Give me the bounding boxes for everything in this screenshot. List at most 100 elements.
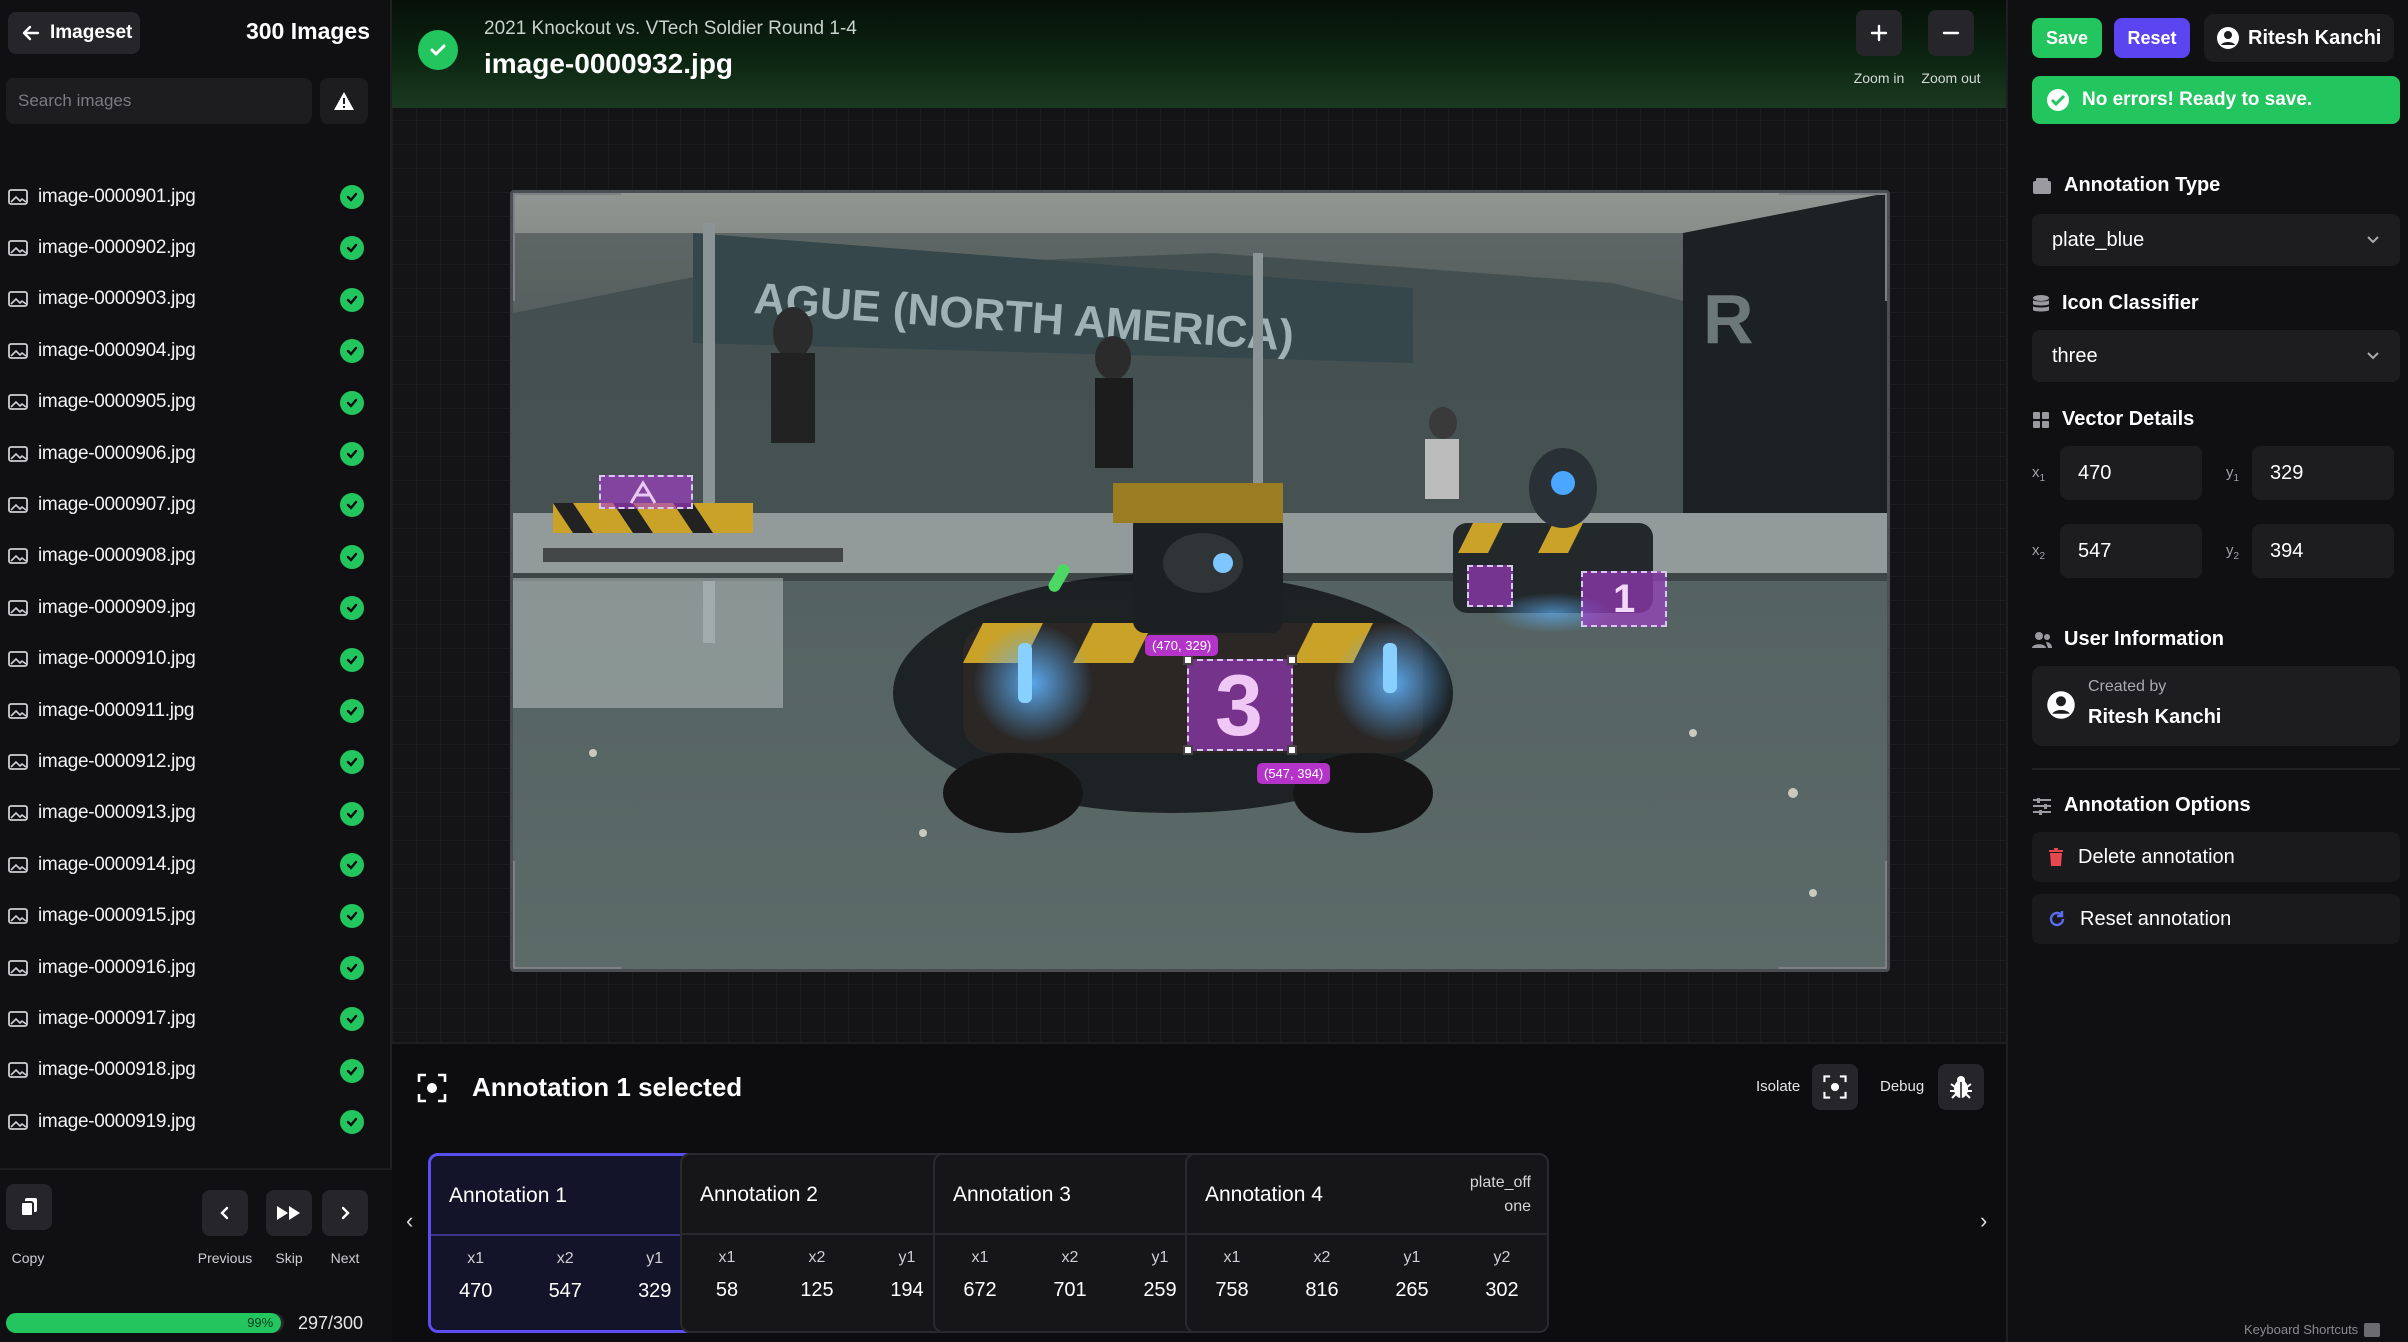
progress-bar: 99% [6, 1313, 284, 1333]
value-column: x1 470 [431, 1250, 521, 1303]
file-list-item[interactable]: image-0000914.jpg [0, 839, 392, 890]
debug-button[interactable] [1938, 1064, 1984, 1110]
back-label: Imageset [50, 22, 133, 43]
zoom-out-label: Zoom out [1921, 70, 1981, 86]
check-circle-icon [340, 390, 364, 415]
value-column: x1 672 [935, 1249, 1025, 1302]
copy-button[interactable] [6, 1184, 52, 1230]
check-circle-icon [340, 544, 364, 569]
corner-bottom-left [513, 861, 621, 969]
file-list-item[interactable]: image-0000905.jpg [0, 377, 392, 428]
value-number: 125 [800, 1279, 834, 1301]
skip-button[interactable] [266, 1190, 312, 1236]
svg-text:R: R [1703, 280, 1754, 358]
image-canvas[interactable]: AGUE (NORTH AMERICA) R 1 3 (470, 329) (5… [510, 190, 1890, 972]
file-list-item[interactable]: image-0000907.jpg [0, 479, 392, 530]
file-list-item[interactable]: image-0000908.jpg [0, 531, 392, 582]
file-name: image-0000918.jpg [38, 1059, 196, 1081]
file-list-item[interactable]: image-0000917.jpg [0, 993, 392, 1044]
search-input[interactable] [6, 78, 312, 124]
annotation-options-heading: Annotation Options [2064, 794, 2251, 816]
delete-annotation-button[interactable]: Delete annotation [2032, 832, 2400, 882]
value-key: x2 [1061, 1249, 1079, 1266]
value-column: x1 58 [682, 1249, 772, 1302]
reset-button[interactable]: Reset [2114, 18, 2190, 58]
file-list-item[interactable]: image-0000918.jpg [0, 1045, 392, 1096]
zoom-in-button[interactable] [1856, 10, 1902, 56]
resize-handle-tl[interactable] [1183, 655, 1193, 665]
file-list-item[interactable]: image-0000903.jpg [0, 274, 392, 325]
file-list-item[interactable]: image-0000901.jpg [0, 171, 392, 222]
check-circle-icon [340, 955, 364, 980]
icon-classifier-heading: Icon Classifier [2062, 292, 2199, 314]
file-list-item[interactable]: image-0000912.jpg [0, 736, 392, 787]
back-to-imageset-button[interactable]: Imageset [8, 12, 140, 54]
image-file-icon [8, 188, 28, 205]
annotation-box-1-selected[interactable]: 3 [1183, 655, 1297, 755]
file-list-item[interactable]: image-0000910.jpg [0, 634, 392, 685]
zoom-out-button[interactable] [1928, 10, 1974, 56]
warning-icon [334, 92, 354, 110]
created-by-card: Created by Ritesh Kanchi [2032, 666, 2400, 746]
warnings-button[interactable] [320, 78, 368, 124]
annotation-name: Annotation 4 [1205, 1183, 1323, 1206]
value-column: x2 701 [1025, 1249, 1115, 1302]
y1-input[interactable]: 329 [2252, 446, 2394, 500]
y2-input[interactable]: 394 [2252, 524, 2394, 578]
file-list: image-0000901.jpg image-0000902.jpg image-… [0, 171, 392, 1164]
resize-handle-tr[interactable] [1287, 655, 1297, 665]
grid-icon [2033, 411, 2049, 428]
save-button[interactable]: Save [2032, 18, 2102, 58]
file-list-item[interactable]: image-0000913.jpg [0, 788, 392, 839]
previous-button[interactable] [202, 1190, 248, 1236]
file-list-item[interactable]: image-0000919.jpg [0, 1096, 392, 1147]
keyboard-shortcuts-link[interactable]: Keyboard Shortcuts [2244, 1322, 2381, 1337]
file-list-item[interactable]: image-0000902.jpg [0, 222, 392, 273]
canvas-area: 2021 Knockout vs. VTech Soldier Round 1-… [392, 0, 2006, 1342]
annotation-type-select[interactable]: plate_blue [2032, 214, 2400, 266]
annotation-box-3[interactable] [1467, 565, 1513, 607]
reset-annotation-button[interactable]: Reset annotation [2032, 894, 2400, 944]
value-key: y2 [1493, 1249, 1511, 1266]
file-list-item[interactable]: image-0000904.jpg [0, 325, 392, 376]
minus-icon [1942, 31, 1960, 35]
value-key: x2 [1313, 1249, 1331, 1266]
user-circle-icon [2217, 27, 2239, 49]
user-menu-button[interactable]: Ritesh Kanchi [2204, 14, 2394, 62]
sidebar-footer: Copy Previous Skip Next 99% 297/300 [0, 1168, 392, 1342]
next-button[interactable] [322, 1190, 368, 1236]
resize-handle-bl[interactable] [1183, 745, 1193, 755]
check-circle-icon [340, 1007, 364, 1032]
annotation-name: Annotation 1 [449, 1184, 567, 1207]
file-list-item[interactable]: image-0000911.jpg [0, 685, 392, 736]
isolate-button[interactable] [1812, 1064, 1858, 1110]
annotation-card[interactable]: Annotation 4 plate_off one x1 758 x2 816 y1 265 y… [1185, 1153, 1549, 1333]
check-circle-icon [340, 801, 364, 826]
check-circle-icon [340, 698, 364, 723]
image-file-icon [8, 959, 28, 976]
file-list-item[interactable]: image-0000909.jpg [0, 582, 392, 633]
annotation-box-4[interactable]: 1 [1581, 571, 1667, 627]
annotation-box-2[interactable] [599, 475, 693, 509]
check-circle-icon [2047, 89, 2069, 111]
value-key: y1 [1403, 1249, 1421, 1266]
file-list-item[interactable]: image-0000915.jpg [0, 890, 392, 941]
icon-classifier-select[interactable]: three [2032, 330, 2400, 382]
value-column: x2 547 [521, 1250, 611, 1303]
check-circle-icon [340, 1058, 364, 1083]
cards-scroll-right-button[interactable]: › [1980, 1208, 1987, 1234]
value-column: y1 265 [1367, 1249, 1457, 1302]
keyboard-icon [2364, 1322, 2381, 1337]
file-list-item[interactable]: image-0000916.jpg [0, 942, 392, 993]
x2-input[interactable]: 547 [2060, 524, 2202, 578]
value-key: x2 [556, 1250, 574, 1267]
check-circle-icon [340, 287, 364, 312]
image-file-icon [8, 754, 28, 770]
value-number: 758 [1215, 1279, 1249, 1301]
chevron-right-icon [341, 1206, 350, 1220]
cards-scroll-left-button[interactable]: ‹ [406, 1208, 413, 1234]
image-title: image-0000932.jpg [484, 48, 734, 79]
x1-input[interactable]: 470 [2060, 446, 2202, 500]
resize-handle-br[interactable] [1287, 745, 1297, 755]
file-list-item[interactable]: image-0000906.jpg [0, 428, 392, 479]
